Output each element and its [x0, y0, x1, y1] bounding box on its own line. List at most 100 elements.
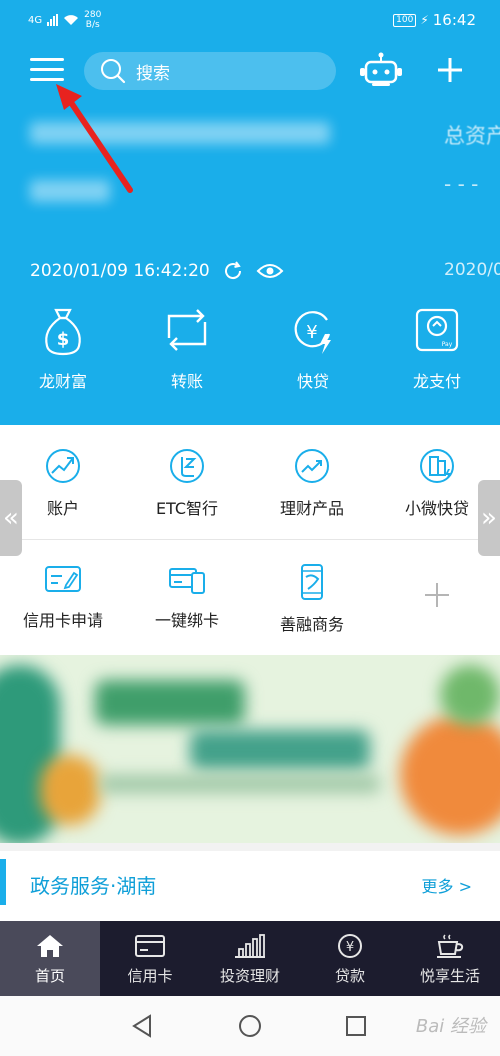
- bottom-tab-bar: 首页 信用卡 投资理财 ¥ 贷款 悦享生活: [0, 921, 500, 996]
- search-placeholder: 搜索: [136, 63, 170, 84]
- robot-assistant-icon[interactable]: [358, 52, 404, 90]
- datetime-right: 2020/0: [444, 260, 500, 280]
- update-datetime: 2020/01/09 16:42:20: [30, 261, 210, 281]
- banner-blur-shape: [40, 755, 100, 825]
- service-small-loan[interactable]: 小微快贷: [382, 447, 492, 547]
- refresh-datetime-row: 2020/01/09 16:42:20: [30, 260, 284, 282]
- service-shanrong[interactable]: 善融商务: [257, 563, 367, 663]
- status-time: 16:42: [432, 11, 476, 29]
- service-bind-card[interactable]: 一键绑卡: [132, 563, 242, 663]
- tab-credit-card[interactable]: 信用卡: [100, 921, 200, 996]
- status-left: 4G 280 B/s: [28, 10, 101, 30]
- baidu-watermark: Bai 经验: [415, 1016, 486, 1037]
- grid-divider: [22, 539, 478, 540]
- plus-icon: [425, 583, 449, 607]
- svg-text:¥: ¥: [346, 940, 354, 955]
- credit-card-icon: [135, 935, 165, 957]
- add-icon[interactable]: [436, 56, 464, 84]
- tab-lifestyle[interactable]: 悦享生活: [400, 921, 500, 996]
- service-label: 理财产品: [279, 499, 344, 518]
- tab-label: 投资理财: [219, 967, 280, 985]
- service-etc[interactable]: ETC智行: [132, 447, 242, 547]
- top-header-area: 4G 280 B/s 100 ⚡ 16:42 搜索 总资产 - - - 2020…: [0, 0, 500, 425]
- speed-unit: B/s: [85, 20, 100, 30]
- service-label: 小微快贷: [404, 499, 469, 518]
- quick-action-long-pay[interactable]: Pay 龙支付: [392, 300, 482, 400]
- tab-label: 信用卡: [127, 967, 173, 985]
- wealth-products-icon: [295, 449, 329, 483]
- charging-icon: ⚡: [420, 13, 429, 27]
- service-wealth-products[interactable]: 理财产品: [257, 447, 367, 547]
- scroll-left-arrow[interactable]: «: [0, 480, 22, 556]
- quick-loan-icon: ¥: [294, 311, 331, 354]
- quick-action-quick-loan[interactable]: ¥ 快贷: [268, 300, 358, 400]
- svg-text:¥: ¥: [306, 322, 317, 343]
- quick-action-label: 快贷: [296, 372, 329, 391]
- speed-value: 280: [84, 10, 102, 20]
- service-label: 一键绑卡: [154, 611, 219, 630]
- banner-blur-shape: [440, 665, 500, 725]
- service-credit-card-apply[interactable]: 信用卡申请: [8, 563, 118, 663]
- tab-loans[interactable]: ¥ 贷款: [300, 921, 400, 996]
- blurred-account-name: [30, 122, 330, 144]
- tab-label: 贷款: [334, 967, 365, 985]
- menu-button[interactable]: [30, 58, 64, 84]
- service-label: 信用卡申请: [22, 611, 103, 630]
- quick-action-label: 转账: [170, 372, 203, 391]
- etc-icon: [170, 449, 204, 483]
- home-circle-icon[interactable]: [236, 1012, 264, 1040]
- signal-icon: [47, 14, 59, 26]
- transfer-icon: [167, 309, 207, 351]
- bind-card-icon: [169, 568, 205, 594]
- bar-chart-icon: [235, 934, 265, 958]
- home-icon: [37, 935, 63, 957]
- credit-card-apply-icon: [45, 566, 81, 592]
- service-label: 善融商务: [279, 615, 344, 634]
- network-speed: 280 B/s: [84, 10, 101, 30]
- total-assets-value: - - -: [444, 172, 479, 196]
- quick-action-transfer[interactable]: 转账: [142, 300, 232, 400]
- recent-apps-icon[interactable]: [342, 1012, 370, 1040]
- tab-home[interactable]: 首页: [0, 921, 100, 996]
- svg-text:Pay: Pay: [442, 341, 453, 348]
- blurred-account-number: [30, 180, 110, 202]
- coffee-cup-icon: [437, 934, 464, 958]
- status-bar: 4G 280 B/s 100 ⚡ 16:42: [0, 0, 500, 40]
- status-right: 100 ⚡ 16:42: [393, 11, 476, 29]
- wifi-icon: [64, 15, 79, 25]
- long-pay-icon: Pay: [415, 308, 459, 352]
- yuan-coin-icon: ¥: [338, 934, 362, 958]
- shanrong-icon: [301, 564, 323, 600]
- search-bar[interactable]: 搜索: [84, 52, 336, 90]
- banner-blur-shape: [95, 680, 245, 725]
- eye-icon[interactable]: [256, 262, 284, 280]
- gov-services-section: 政务服务·湖南 更多 >: [0, 843, 500, 921]
- gov-services-title: 政务服务·湖南: [30, 874, 157, 898]
- scroll-right-arrow[interactable]: »: [478, 480, 500, 556]
- gov-more-link[interactable]: 更多 >: [422, 873, 473, 897]
- quick-action-longcaifu[interactable]: $ 龙财富: [18, 300, 108, 400]
- quick-action-label: 龙支付: [412, 372, 461, 391]
- account-chart-icon: [46, 449, 80, 483]
- service-label: ETC智行: [155, 499, 219, 518]
- money-bag-icon: $: [45, 308, 81, 356]
- banner-blur-shape: [190, 730, 370, 770]
- system-navigation-bar: Bai 经验: [0, 996, 500, 1056]
- network-type: 4G: [28, 14, 43, 26]
- tab-label: 首页: [34, 967, 65, 985]
- back-icon[interactable]: [128, 1012, 156, 1040]
- service-label: 账户: [46, 499, 79, 518]
- service-account[interactable]: 账户: [8, 447, 118, 547]
- banner-blur-shape: [100, 775, 380, 793]
- battery-icon: 100: [393, 13, 417, 27]
- tab-investment[interactable]: 投资理财: [200, 921, 300, 996]
- section-accent-bar: [0, 859, 6, 905]
- banner-blur-shape: [400, 715, 500, 835]
- quick-action-label: 龙财富: [38, 372, 87, 391]
- refresh-icon[interactable]: [222, 260, 244, 282]
- search-icon: [101, 59, 126, 84]
- tab-label: 悦享生活: [419, 967, 480, 985]
- total-assets-label: 总资产: [444, 124, 500, 148]
- promo-banner[interactable]: [0, 655, 500, 843]
- svg-text:$: $: [57, 329, 70, 350]
